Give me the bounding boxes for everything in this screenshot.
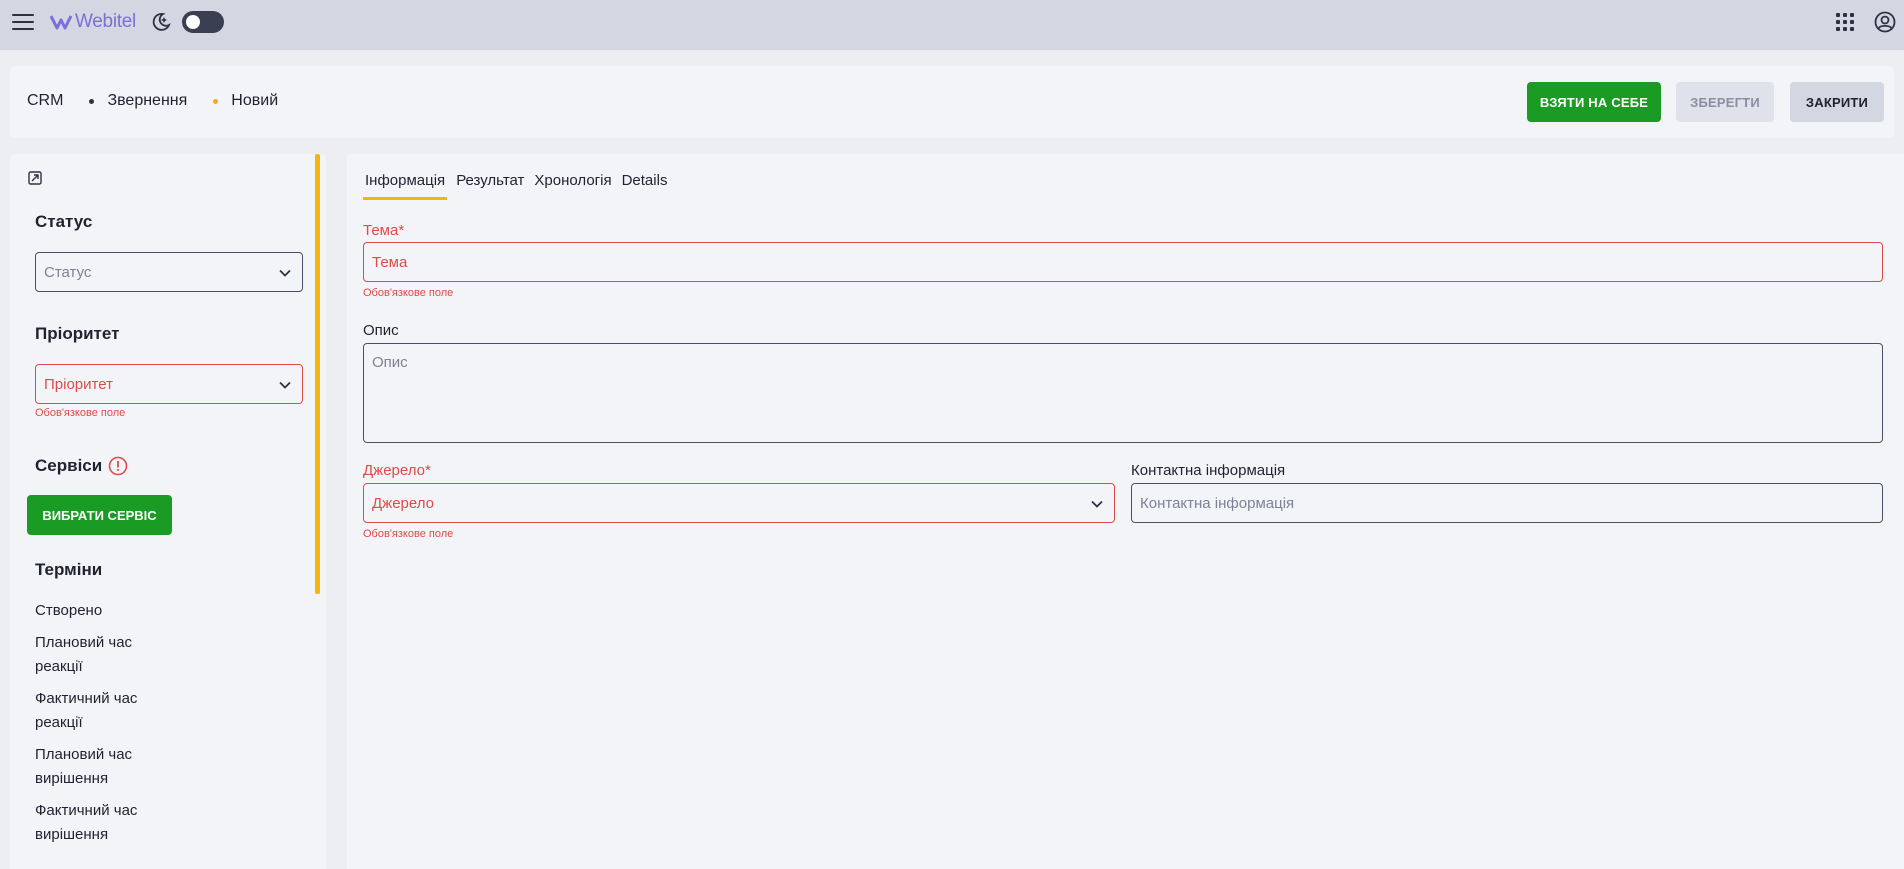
breadcrumb-separator [89, 98, 95, 104]
tab-chronology[interactable]: Хронологія [533, 172, 612, 200]
tab-details[interactable]: Details [621, 172, 669, 200]
subject-error: Обов'язкове поле [363, 287, 454, 299]
services-title: Сервіси [35, 456, 103, 475]
source-label: Джерело* [363, 462, 431, 479]
account-icon[interactable] [1874, 11, 1896, 33]
contact-placeholder: Контактна інформація [1140, 494, 1295, 512]
status-select-placeholder: Статус [44, 263, 92, 281]
save-button[interactable]: ЗБЕРЕГТИ [1676, 82, 1774, 122]
breadcrumb-crm[interactable]: CRM [27, 92, 63, 110]
priority-select-placeholder: Пріоритет [44, 375, 113, 393]
logo-text: Webitel [75, 11, 136, 32]
term-actual-reaction: Фактичний час реакції [35, 690, 138, 731]
subject-placeholder: Тема [372, 253, 408, 271]
take-button[interactable]: ВЗЯТИ НА СЕБЕ [1527, 82, 1661, 122]
term-planned-reaction: Плановий час реакції [35, 634, 133, 675]
priority-error: Обов'язкове поле [35, 407, 126, 419]
breadcrumb: CRM Звернення Новий [27, 92, 278, 110]
term-planned-resolution: Плановий час вирішення [35, 746, 133, 787]
webitel-logo-icon [50, 15, 72, 30]
subject-input[interactable]: Тема [363, 242, 1883, 282]
breadcrumb-current: Новий [231, 92, 279, 109]
breadcrumb-appeals[interactable]: Звернення [107, 92, 187, 110]
sidebar: Статус Статус Пріоритет Пріоритет Обов'я… [10, 154, 326, 869]
chevron-down-icon [1091, 500, 1103, 508]
term-created: Створено [35, 602, 103, 619]
moon-icon [152, 13, 171, 31]
contact-label: Контактна інформація [1131, 462, 1286, 479]
page-header: CRM Звернення Новий ВЗЯТИ НА СЕБЕ ЗБЕРЕГ… [10, 66, 1894, 138]
tab-information[interactable]: Інформація [363, 172, 448, 200]
chevron-down-icon [279, 381, 291, 389]
priority-title: Пріоритет [35, 324, 120, 343]
source-select[interactable]: Джерело [363, 483, 1115, 523]
source-placeholder: Джерело [372, 494, 434, 512]
select-service-button[interactable]: ВИБРАТИ СЕРВІС [27, 495, 172, 535]
apps-grid-icon[interactable] [1836, 13, 1854, 31]
status-title: Статус [35, 212, 93, 231]
close-button[interactable]: ЗАКРИТИ [1790, 82, 1884, 122]
menu-icon[interactable] [12, 12, 34, 32]
status-select[interactable]: Статус [35, 252, 303, 292]
breadcrumb-separator [213, 98, 219, 104]
warning-icon [108, 456, 128, 476]
logo[interactable]: Webitel [50, 11, 136, 33]
sidebar-scrollbar[interactable] [315, 154, 320, 594]
top-bar: Webitel [0, 0, 1904, 50]
terms-title: Терміни [35, 560, 103, 579]
contact-input[interactable]: Контактна інформація [1131, 483, 1883, 523]
description-label: Опис [363, 322, 399, 339]
collapse-icon[interactable] [27, 170, 43, 186]
theme-toggle[interactable] [182, 11, 224, 33]
source-error: Обов'язкове поле [363, 528, 454, 540]
priority-select[interactable]: Пріоритет [35, 364, 303, 404]
subject-label: Тема* [363, 222, 405, 239]
main-panel: Інформація Результат Хронологія Details … [347, 154, 1904, 869]
chevron-down-icon [279, 269, 291, 277]
description-textarea[interactable]: Опис [363, 343, 1883, 443]
tab-bar: Інформація Результат Хронологія Details [363, 172, 676, 200]
tab-result[interactable]: Результат [455, 172, 525, 200]
description-placeholder: Опис [372, 354, 408, 371]
term-actual-resolution: Фактичний час вирішення [35, 802, 138, 843]
